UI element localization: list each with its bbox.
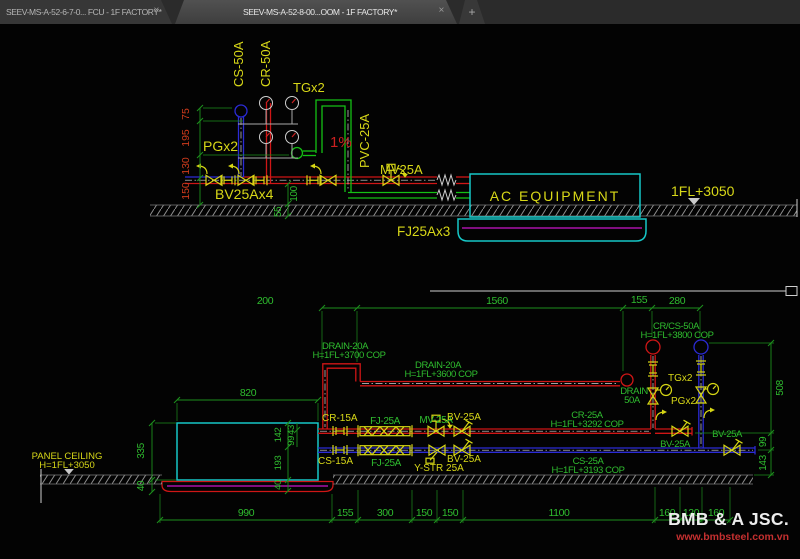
cs-riser-top-icon [235, 105, 247, 117]
fcu-unit [162, 423, 333, 492]
watermark: BMB & A JSC. www.bmbsteel.com.vn [668, 509, 789, 543]
drain1-label-2: H=1FL+3700 COP [312, 350, 385, 361]
file-tab-1[interactable]: SEEV-MS-A-52-6-7-0... FCU - 1F FACTORY* … [0, 0, 172, 24]
dim-155: 155 [631, 294, 648, 306]
file-tab-2-label: SEEV-MS-A-52-8-00...OOM - 1F FACTORY* [243, 7, 397, 17]
dim-55: 55 [273, 206, 284, 217]
file-tab-2-active[interactable]: SEEV-MS-A-52-8-00...OOM - 1F FACTORY* × [175, 0, 457, 24]
drain-riser-label-2: 50A [624, 395, 641, 406]
dim-200: 200 [257, 295, 274, 307]
watermark-company: BMB & A JSC. [668, 509, 789, 530]
upper-pvc-drain-pipe [292, 100, 471, 200]
dim-300: 300 [377, 507, 394, 519]
dim-1100: 1100 [549, 507, 571, 519]
watermark-website: www.bmbsteel.com.vn [668, 531, 789, 543]
grid-bubble-icon [786, 287, 797, 296]
elbow-arrow-icon [196, 164, 207, 175]
cr25-label-2: H=1FL+3292 COP [550, 419, 623, 430]
bv-bot-label: BV-25A [447, 454, 481, 465]
lower-section: 200 1560 155 280 CR/CS-50A H=1FL+3800 CO… [32, 287, 797, 524]
dim-130: 130 [180, 157, 192, 175]
tg-label: TGx2 [293, 80, 325, 95]
fj-label: FJ25Ax3 [397, 224, 450, 239]
bv-right-blue-label: BV-25A [712, 429, 743, 440]
drain-riser-icon [621, 374, 633, 386]
file-tab-bar: SEEV-MS-A-52-6-7-0... FCU - 1F FACTORY* … [0, 0, 800, 25]
dim-143: 143 [758, 454, 769, 470]
cr-riser-label: CR-50A [258, 40, 273, 87]
cs25-label-2: H=1FL+3193 COP [551, 465, 624, 476]
dim-1560: 1560 [486, 295, 508, 307]
fj-top-label: FJ-25A [370, 416, 401, 427]
new-tab-button[interactable]: + [459, 0, 485, 24]
drain2-label-2: H=1FL+3600 COP [404, 369, 477, 380]
bv-top-label: BV-25A [447, 412, 481, 423]
pvc-pipe-label: PVC-25A [357, 113, 372, 168]
gauge-icon [661, 385, 672, 396]
lower-bottom-dims: 990 155 300 150 150 1100 160 120 160 [157, 487, 733, 523]
slope-label: 1% [330, 134, 352, 151]
elbow-arrow-icon [228, 164, 239, 175]
upper-valves [196, 164, 408, 186]
cs-riser-top-icon [694, 340, 708, 354]
lower-pipe-labels: CR-15A FJ-25A MV-25A BV-25A CS-15A FJ-25… [318, 410, 743, 476]
file-tab-1-close-icon[interactable]: × [154, 4, 159, 18]
dim-990: 990 [238, 507, 255, 519]
ac-equipment-label: AC EQUIPMENT [490, 188, 621, 204]
cs-riser-label: CS-50A [231, 41, 246, 87]
dim-100: 100 [289, 185, 300, 201]
dim-155-b: 155 [337, 507, 354, 519]
dim-75: 75 [180, 108, 192, 120]
riser-label-line2: H=1FL+3800 COP [640, 330, 713, 341]
cr15-label: CR-15A [322, 413, 358, 424]
cad-viewport[interactable]: AC EQUIPMENT 1FL+3050 75 195 130 [0, 24, 800, 559]
dim-150-b2: 150 [442, 507, 459, 519]
dim-40-left: 40 [136, 480, 147, 491]
dim-150: 150 [180, 182, 192, 200]
bv-label: BV25Ax4 [215, 186, 274, 202]
fj-bot-label: FJ-25A [371, 458, 402, 469]
dim-40-inner: 40 [273, 480, 284, 490]
dim-335: 335 [136, 442, 147, 458]
dim-195: 195 [180, 129, 192, 147]
dim-99-right: 99 [758, 436, 769, 447]
file-tab-1-label: SEEV-MS-A-52-6-7-0... FCU - 1F FACTORY* [6, 7, 162, 17]
cr-riser-top-icon [646, 340, 660, 354]
dim-193: 193 [273, 456, 284, 471]
drain-tray [458, 219, 646, 241]
dim-280: 280 [669, 295, 686, 307]
file-tab-2-close-icon[interactable]: × [439, 4, 444, 18]
upper-risers [235, 97, 299, 184]
dim-150-b1: 150 [416, 507, 433, 519]
lower-risers: TGx2 PGx2 [646, 340, 719, 448]
elbow-arrow-icon [656, 410, 667, 421]
upper-level-label: 1FL+3050 [671, 183, 735, 199]
cad-drawing: AC EQUIPMENT 1FL+3050 75 195 130 [0, 24, 800, 559]
dim-142: 142 [273, 428, 284, 443]
gauge-icon [708, 384, 719, 395]
dim-820-group: 820 [174, 387, 321, 421]
elbow-arrow-icon [704, 408, 715, 419]
bv-right-red-label: BV-25A [660, 439, 691, 450]
lower-right-dims: 508 99 143 [695, 340, 786, 478]
upper-section: AC EQUIPMENT 1FL+3050 75 195 130 [150, 40, 797, 241]
upper-level-marker: 1FL+3050 [671, 183, 735, 205]
elbow-arrow-icon [310, 164, 321, 175]
dim-820: 820 [240, 387, 257, 399]
gauge-icon [286, 131, 299, 159]
flex-connector-icon [437, 190, 456, 200]
autocad-window: SEEV-MS-A-52-6-7-0... FCU - 1F FACTORY* … [0, 0, 800, 559]
pg-label-lower: PGx2 [671, 396, 696, 407]
pg-label: PGx2 [203, 138, 238, 154]
lower-inner-dims: 142 193 40 43 99 [273, 420, 300, 494]
drain-funnel-icon [292, 148, 303, 159]
gauge-icon [286, 97, 299, 125]
mv-label: MV25A [380, 162, 423, 177]
dim-99-inner: 99 [286, 436, 297, 446]
cs15-label: CS-15A [318, 456, 353, 467]
flex-connector-icon [437, 175, 456, 185]
tg-label-lower: TGx2 [668, 373, 693, 384]
dim-508: 508 [775, 379, 786, 395]
dim-43: 43 [286, 425, 297, 435]
